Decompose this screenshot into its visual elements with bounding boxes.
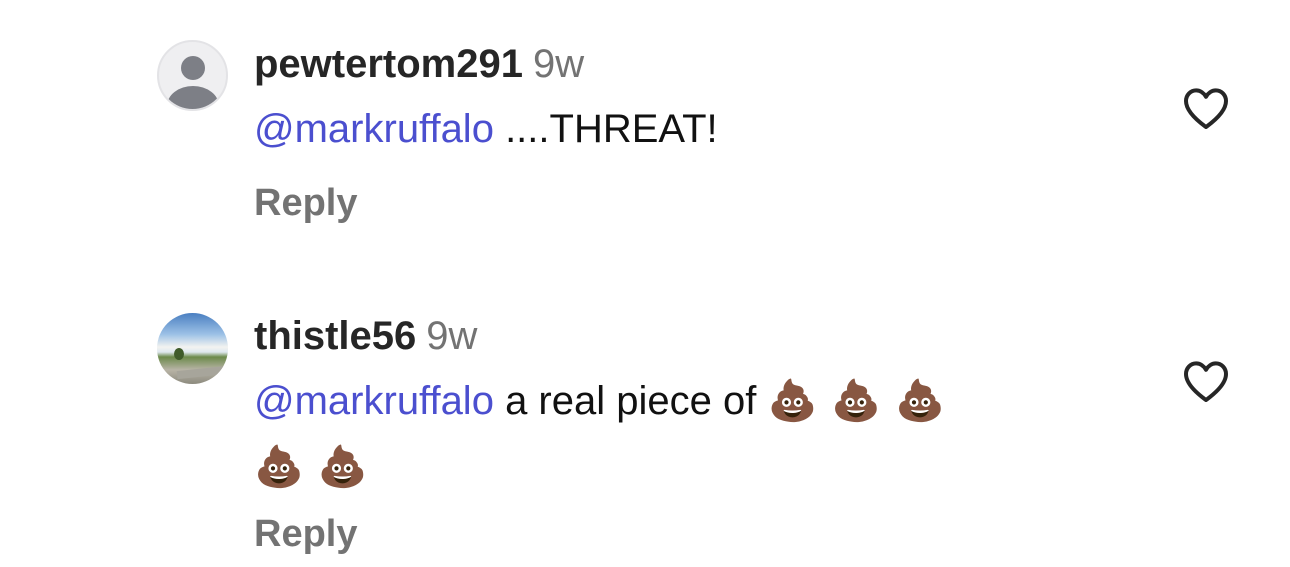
comment-header: pewtertom291 9w: [254, 42, 584, 87]
heart-outline-icon[interactable]: [1182, 359, 1230, 403]
comment-text: @markruffalo ....THREAT!: [254, 96, 1134, 162]
comment-text: @markruffalo a real piece of 💩💩💩 💩💩: [254, 368, 1134, 500]
username-link[interactable]: thistle56: [254, 314, 416, 358]
timestamp: 9w: [426, 314, 478, 358]
username-link[interactable]: pewtertom291: [254, 42, 523, 86]
comment-body: ....THREAT!: [493, 107, 718, 151]
mention-link[interactable]: @markruffalo: [254, 107, 494, 151]
avatar[interactable]: [157, 40, 228, 111]
comment-body: a real piece of: [493, 379, 768, 423]
heart-outline-icon[interactable]: [1182, 86, 1230, 130]
poop-emoji-icon: 💩💩💩: [767, 379, 959, 423]
poop-emoji-icon: 💩💩: [254, 445, 382, 489]
comment-header: thistle56 9w: [254, 314, 477, 359]
reply-button[interactable]: Reply: [254, 182, 357, 225]
mention-link[interactable]: @markruffalo: [254, 379, 494, 423]
avatar[interactable]: [157, 313, 228, 384]
timestamp: 9w: [532, 42, 585, 86]
reply-button[interactable]: Reply: [254, 513, 357, 556]
user-silhouette-icon: [180, 56, 205, 80]
